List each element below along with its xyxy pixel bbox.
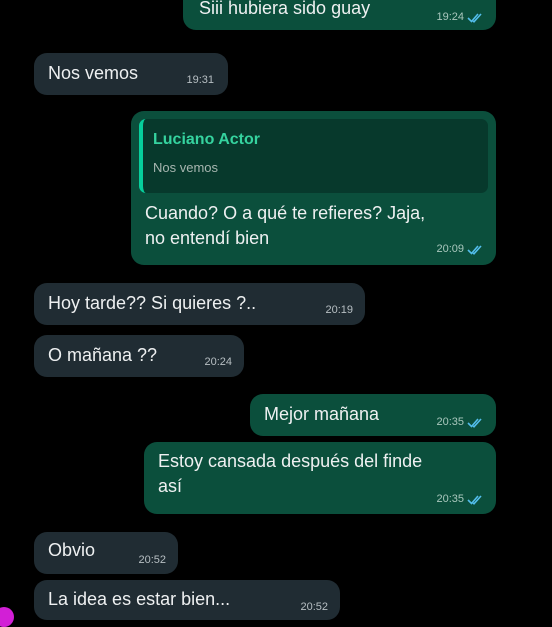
message-text: Siii hubiera sido guay (199, 0, 371, 18)
double-check-icon (467, 495, 482, 505)
quoted-reply-text: Nos vemos (153, 160, 219, 176)
message-meta: 20:52 (300, 600, 328, 615)
message-bubble-incoming[interactable]: Hoy tarde?? Si quieres ?.. 20:19 (34, 283, 365, 325)
message-time: 20:52 (138, 553, 166, 566)
message-text: O mañana ?? (48, 345, 158, 365)
message-bubble-outgoing[interactable]: Mejor mañana 20:35 (250, 394, 496, 436)
message-text: Estoy cansada después del finde así (158, 451, 423, 497)
message-text: Obvio (48, 540, 96, 560)
message-meta: 19:24 (436, 10, 484, 25)
message-bubble-outgoing[interactable]: Siii hubiera sido guay 19:24 (183, 0, 496, 30)
message-time: 20:52 (300, 600, 328, 613)
double-check-icon (467, 245, 482, 255)
message-bubble-incoming[interactable]: Nos vemos 19:31 (34, 53, 228, 95)
double-check-icon (467, 13, 482, 23)
message-text: Nos vemos (48, 63, 139, 83)
message-meta: 20:24 (204, 355, 232, 370)
message-text: Cuando? O a qué te refieres? Jaja, no en… (145, 203, 426, 249)
chat-conversation: Siii hubiera sido guay 19:24 Nos vemos 1… (0, 0, 552, 627)
message-meta: 20:19 (325, 303, 353, 318)
message-bubble-incoming[interactable]: La idea es estar bien... 20:52 (34, 580, 340, 620)
message-time: 19:24 (436, 10, 464, 23)
message-bubble-outgoing[interactable]: Luciano Actor Nos vemos Cuando? O a qué … (131, 111, 496, 265)
message-time: 20:35 (436, 415, 464, 428)
message-time: 19:31 (186, 73, 214, 86)
message-text: Mejor mañana (264, 404, 380, 424)
message-text: Hoy tarde?? Si quieres ?.. (48, 293, 257, 313)
message-text: La idea es estar bien... (48, 589, 231, 609)
message-meta: 20:52 (138, 553, 166, 568)
overlay-corner-decoration (0, 607, 14, 627)
message-time: 20:09 (436, 242, 464, 255)
quoted-reply[interactable]: Luciano Actor Nos vemos (139, 119, 488, 193)
message-bubble-incoming[interactable]: O mañana ?? 20:24 (34, 335, 244, 377)
message-meta: 20:09 (436, 242, 484, 257)
message-time: 20:35 (436, 492, 464, 505)
message-bubble-incoming[interactable]: Obvio 20:52 (34, 532, 178, 574)
message-meta: 20:35 (436, 415, 484, 430)
double-check-icon (467, 418, 482, 428)
quoted-reply-author: Luciano Actor (153, 131, 260, 148)
message-time: 20:19 (325, 303, 353, 316)
message-bubble-outgoing[interactable]: Estoy cansada después del finde así 20:3… (144, 442, 496, 514)
message-time: 20:24 (204, 355, 232, 368)
message-meta: 19:31 (186, 73, 214, 88)
message-meta: 20:35 (436, 492, 484, 507)
